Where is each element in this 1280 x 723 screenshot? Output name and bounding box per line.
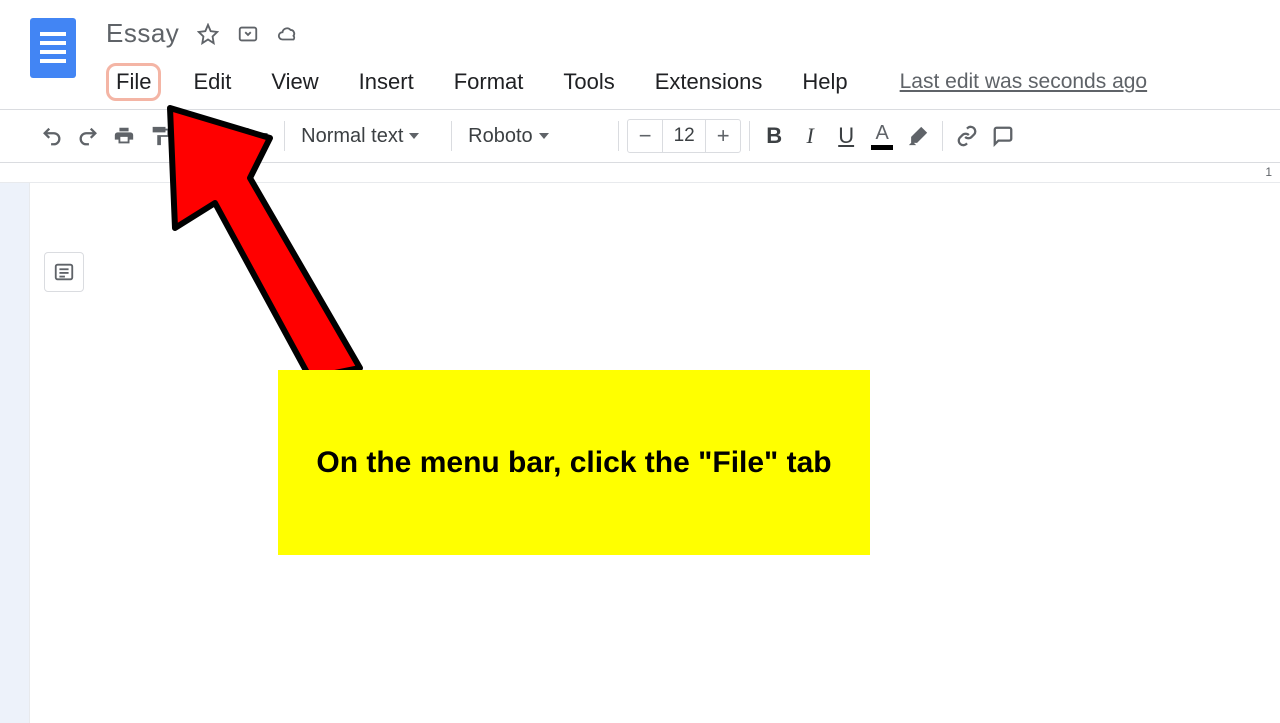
print-button[interactable]	[108, 120, 140, 152]
paragraph-style-value: Normal text	[301, 125, 403, 148]
separator	[284, 121, 285, 151]
add-comment-button[interactable]	[987, 120, 1019, 152]
chevron-down-icon	[258, 133, 268, 139]
separator	[942, 121, 943, 151]
zoom-value: 100%	[201, 125, 252, 148]
cloud-status-icon[interactable]	[277, 23, 299, 45]
font-size-increase[interactable]: +	[706, 120, 740, 152]
paragraph-style-dropdown[interactable]: Normal text	[293, 119, 443, 153]
docs-logo-icon[interactable]	[30, 18, 76, 78]
font-size-group: − 12 +	[627, 119, 741, 153]
text-color-button[interactable]: A	[866, 120, 898, 152]
separator	[618, 121, 619, 151]
font-family-value: Roboto	[468, 125, 533, 148]
underline-button[interactable]: U	[830, 120, 862, 152]
star-icon[interactable]	[197, 23, 219, 45]
font-size-decrease[interactable]: −	[628, 120, 662, 152]
separator	[749, 121, 750, 151]
document-title[interactable]: Essay	[106, 18, 179, 49]
font-size-value[interactable]: 12	[662, 120, 706, 152]
chevron-down-icon	[539, 133, 549, 139]
last-edit-link[interactable]: Last edit was seconds ago	[900, 70, 1148, 94]
vertical-ruler[interactable]	[0, 183, 30, 723]
menu-bar: File Edit View Insert Format Tools Exten…	[106, 63, 1147, 101]
font-family-dropdown[interactable]: Roboto	[460, 119, 610, 153]
annotation-callout: On the menu bar, click the "File" tab	[278, 370, 870, 555]
menu-view[interactable]: View	[263, 64, 326, 100]
ruler-page-number: 1	[1265, 165, 1272, 179]
italic-button[interactable]: I	[794, 120, 826, 152]
toolbar: 100% Normal text Roboto − 12 + B I U A	[0, 109, 1280, 163]
highlight-color-button[interactable]	[902, 120, 934, 152]
menu-tools[interactable]: Tools	[555, 64, 622, 100]
redo-button[interactable]	[72, 120, 104, 152]
menu-extensions[interactable]: Extensions	[647, 64, 771, 100]
menu-format[interactable]: Format	[446, 64, 532, 100]
annotation-text: On the menu bar, click the "File" tab	[316, 440, 831, 485]
menu-insert[interactable]: Insert	[351, 64, 422, 100]
menu-edit[interactable]: Edit	[185, 64, 239, 100]
paint-format-button[interactable]	[144, 120, 176, 152]
menu-file[interactable]: File	[106, 63, 161, 101]
ruler[interactable]: 1	[0, 163, 1280, 183]
text-color-letter: A	[875, 123, 888, 143]
document-outline-button[interactable]	[44, 252, 84, 292]
undo-button[interactable]	[36, 120, 68, 152]
menu-help[interactable]: Help	[794, 64, 855, 100]
chevron-down-icon	[409, 133, 419, 139]
insert-link-button[interactable]	[951, 120, 983, 152]
zoom-dropdown[interactable]: 100%	[193, 119, 276, 153]
move-icon[interactable]	[237, 23, 259, 45]
separator	[184, 121, 185, 151]
separator	[451, 121, 452, 151]
bold-button[interactable]: B	[758, 120, 790, 152]
